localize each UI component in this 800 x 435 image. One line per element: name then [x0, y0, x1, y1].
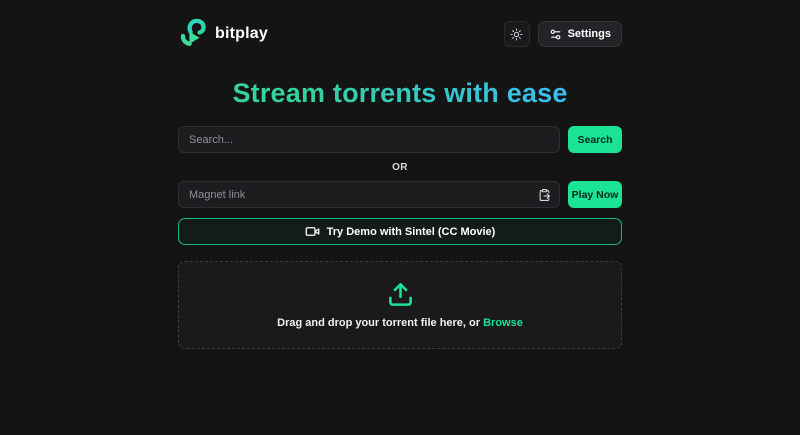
upload-icon — [387, 281, 414, 308]
dropzone-text: Drag and drop your torrent file here, or… — [277, 317, 523, 329]
paste-button[interactable] — [537, 187, 552, 202]
search-row: Search — [178, 126, 622, 153]
magnet-input-wrap — [178, 181, 560, 208]
video-camera-icon — [305, 224, 320, 239]
settings-button[interactable]: Settings — [538, 21, 622, 47]
torrent-dropzone[interactable]: Drag and drop your torrent file here, or… — [178, 261, 622, 349]
search-button[interactable]: Search — [568, 126, 622, 153]
play-now-button[interactable]: Play Now — [568, 181, 622, 208]
search-input[interactable] — [178, 126, 560, 153]
browse-link[interactable]: Browse — [483, 317, 523, 329]
main-container: bitplay Settings — [178, 0, 622, 349]
demo-button[interactable]: Try Demo with Sintel (CC Movie) — [178, 218, 622, 245]
settings-label: Settings — [568, 28, 611, 40]
bitplay-logo: bitplay — [178, 18, 268, 50]
demo-button-label: Try Demo with Sintel (CC Movie) — [327, 226, 496, 238]
or-divider: OR — [178, 162, 622, 173]
dropzone-text-main: Drag and drop your torrent file here, or — [277, 317, 480, 329]
magnet-link-input[interactable] — [178, 181, 560, 208]
header: bitplay Settings — [178, 18, 622, 50]
magnet-row: Play Now — [178, 181, 622, 208]
clipboard-paste-icon — [538, 188, 551, 201]
header-actions: Settings — [504, 21, 622, 47]
sliders-icon — [549, 28, 562, 41]
sun-icon — [510, 28, 523, 41]
page-title: Stream torrents with ease — [178, 79, 622, 108]
bitplay-logo-icon — [178, 18, 208, 50]
theme-toggle-button[interactable] — [504, 21, 530, 47]
bitplay-logo-text: bitplay — [215, 25, 268, 43]
